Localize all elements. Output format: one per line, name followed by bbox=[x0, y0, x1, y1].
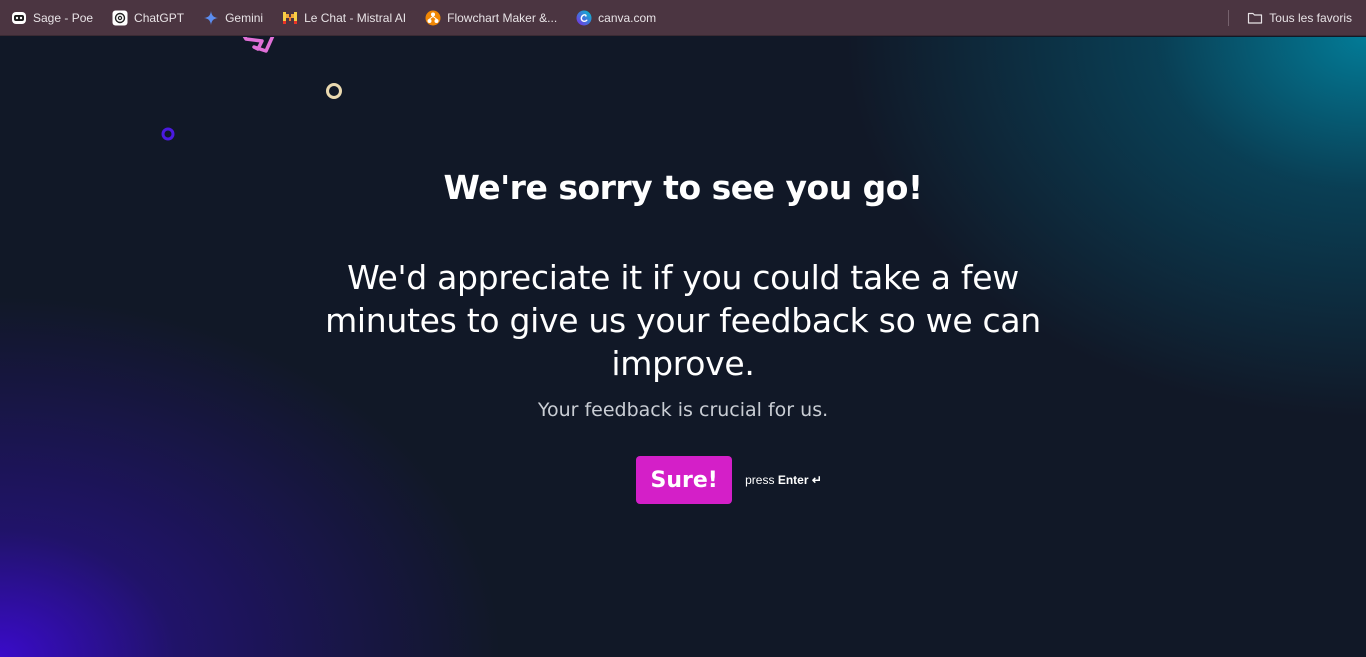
bookmark-canva[interactable]: canva.com bbox=[568, 4, 664, 32]
all-bookmarks-label: Tous les favoris bbox=[1269, 11, 1352, 25]
actions-row: Sure! press Enter ↵ bbox=[233, 456, 1133, 504]
bookmark-sage-poe[interactable]: Sage - Poe bbox=[3, 4, 101, 32]
feedback-request-text: We'd appreciate it if you could take a f… bbox=[325, 258, 1041, 383]
bookmark-label: ChatGPT bbox=[134, 10, 185, 25]
bookmarks-divider bbox=[1228, 10, 1230, 26]
bookmarks-bar: Sage - Poe ChatGPT Gemini Le Chat - Mist… bbox=[0, 0, 1366, 36]
page-title: We're sorry to see you go! bbox=[443, 168, 923, 207]
feedback-subtext: Your feedback is crucial for us. bbox=[537, 399, 829, 421]
hint-key: Enter ↵ bbox=[777, 473, 822, 487]
bookmark-flowchart[interactable]: Flowchart Maker &... bbox=[417, 4, 565, 32]
canva-icon bbox=[576, 10, 592, 26]
folder-icon bbox=[1247, 10, 1263, 26]
chatgpt-icon bbox=[112, 10, 128, 26]
feedback-page: We're sorry to see you go! We'd apprecia… bbox=[0, 37, 1366, 657]
flowchart-icon bbox=[425, 10, 441, 26]
ring-decoration-purple bbox=[161, 127, 175, 141]
ring-decoration-cream bbox=[326, 83, 342, 99]
sure-button[interactable]: Sure! bbox=[636, 456, 733, 504]
bookmark-label: Flowchart Maker &... bbox=[447, 10, 558, 25]
bookmark-label: Le Chat - Mistral AI bbox=[304, 10, 407, 25]
mistral-icon bbox=[282, 10, 298, 26]
all-bookmarks-button[interactable]: Tous les favoris bbox=[1239, 4, 1360, 32]
bookmark-mistral[interactable]: Le Chat - Mistral AI bbox=[274, 4, 414, 32]
bookmark-label: Sage - Poe bbox=[33, 10, 94, 25]
hint-prefix: press bbox=[745, 473, 775, 487]
poe-icon bbox=[11, 10, 27, 26]
press-enter-hint: press Enter ↵ bbox=[745, 473, 822, 487]
gemini-icon bbox=[203, 10, 219, 26]
feedback-prompt: We're sorry to see you go! We'd apprecia… bbox=[233, 165, 1133, 504]
bookmark-chatgpt[interactable]: ChatGPT bbox=[104, 4, 192, 32]
bookmark-label: canva.com bbox=[598, 10, 657, 25]
star-decoration bbox=[242, 37, 275, 53]
bookmark-label: Gemini bbox=[225, 10, 264, 25]
all-bookmarks-area: Tous les favoris bbox=[1228, 4, 1360, 32]
bookmark-gemini[interactable]: Gemini bbox=[195, 4, 271, 32]
